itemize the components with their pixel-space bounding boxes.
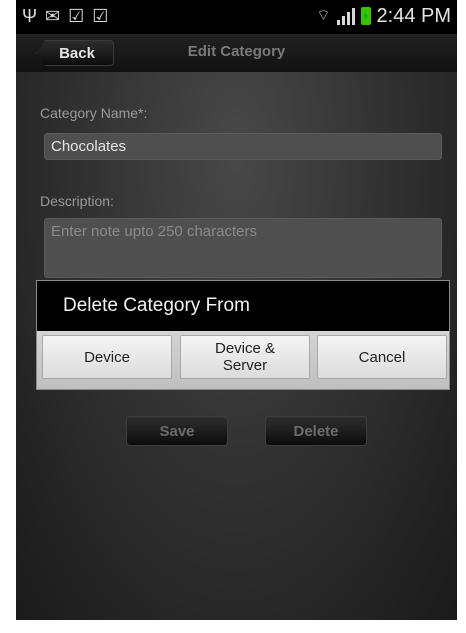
- category-name-input[interactable]: Chocolates: [44, 133, 442, 160]
- delete-button[interactable]: Delete: [265, 416, 367, 446]
- description-label: Description:: [40, 193, 114, 209]
- category-name-label: Category Name*:: [40, 105, 148, 121]
- bag-check-icon: ☑: [92, 6, 109, 26]
- description-textarea[interactable]: Enter note upto 250 characters: [44, 218, 442, 278]
- wifi-icon: ⌔: [316, 7, 331, 24]
- cancel-button[interactable]: Cancel: [317, 335, 447, 379]
- device-and-server-button[interactable]: Device & Server: [180, 335, 310, 379]
- dialog-button-row: Device Device & Server Cancel: [37, 331, 449, 389]
- mail-icon: ✉: [45, 6, 61, 26]
- battery-charging-icon: [360, 7, 371, 25]
- usb-icon: Ψ: [22, 6, 38, 26]
- delete-category-dialog: Delete Category From Device Device & Ser…: [36, 280, 450, 390]
- dialog-title: Delete Category From: [37, 281, 449, 331]
- page-title: Edit Category: [187, 43, 286, 60]
- save-button[interactable]: Save: [126, 416, 228, 446]
- status-bar: Ψ ✉ ☑ ☑ ⌔ 2:44 PM: [16, 0, 457, 34]
- status-time: 2:44 PM: [376, 5, 451, 27]
- phone-screen: Ψ ✉ ☑ ☑ ⌔ 2:44 PM Back Edit Category Cat…: [16, 0, 457, 620]
- bag-check-icon: ☑: [68, 6, 85, 26]
- device-button[interactable]: Device: [42, 335, 172, 379]
- title-bar: Back Edit Category: [16, 34, 457, 73]
- signal-icon: [336, 7, 355, 25]
